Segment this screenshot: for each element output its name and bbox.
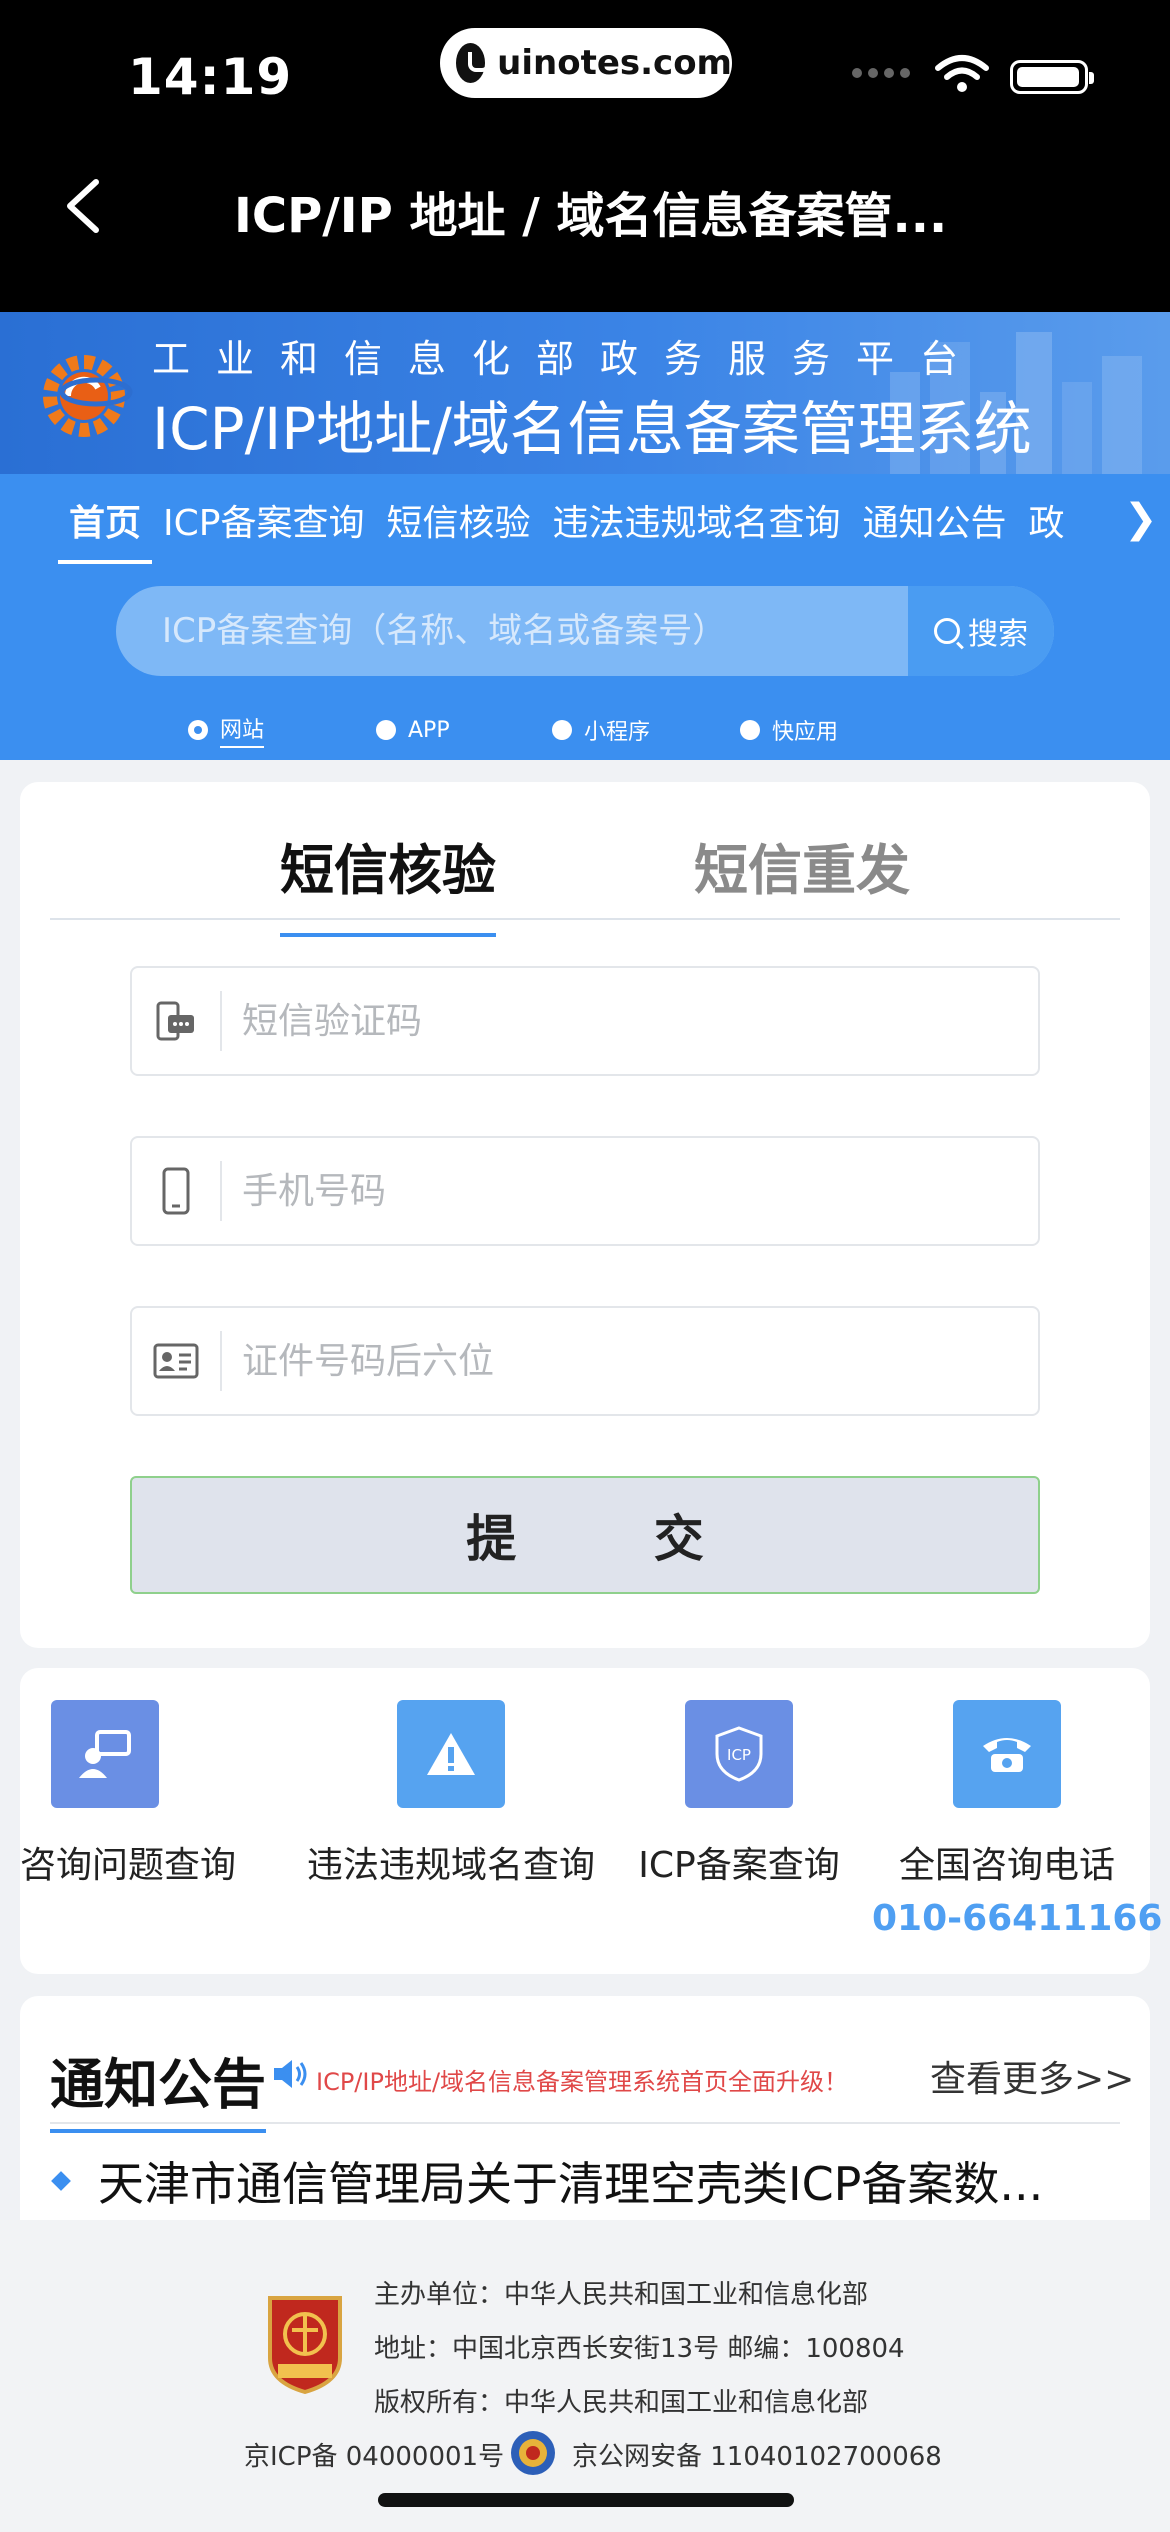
tab-sms-verify[interactable]: 短信核验 <box>280 826 496 937</box>
radio-dot <box>552 720 572 740</box>
search-button[interactable]: 搜索 <box>908 586 1054 676</box>
menu-item-home[interactable]: 首页 <box>58 494 153 564</box>
radio-website[interactable]: 网站 <box>188 712 376 748</box>
page-title: ICP/IP 地址 / 域名信息备案管... <box>234 188 948 244</box>
submit-button[interactable]: 提 交 <box>130 1476 1040 1594</box>
phone-field <box>130 1136 1040 1246</box>
quick-link-label: 咨询问题查询 <box>20 1845 237 1886</box>
footer-address: 地址：中国北京西长安街13号 邮编：100804 <box>374 2334 905 2364</box>
banner-subtitle: 工业和信息化部政务服务平台 <box>152 337 985 381</box>
wifi-icon <box>935 55 989 92</box>
ministry-gear-logo-icon <box>43 355 133 437</box>
svg-text:ICP: ICP <box>727 1746 751 1764</box>
sms-code-input[interactable] <box>222 968 1038 1074</box>
nav-and-search: 首页 ICP备案查询 短信核验 违法违规域名查询 通知公告 政 ❯ 搜索 网站 … <box>0 474 1170 760</box>
radio-app[interactable]: APP <box>376 712 552 748</box>
search-icon <box>934 618 960 644</box>
id-number-input[interactable] <box>222 1308 1038 1414</box>
footer-police-link[interactable]: 京公网安备 11040102700068 <box>572 2436 942 2473</box>
search-box: 搜索 <box>116 586 1054 676</box>
quick-links-card: 咨询问题查询 违法违规域名查询 ICP ICP备案查询 全国咨询电话 010-6… <box>20 1668 1162 1974</box>
quick-link-hotline[interactable]: 全国咨询电话 010-66411166 <box>872 1700 1162 1939</box>
signal-icon <box>852 68 910 78</box>
sms-verify-card: 短信核验 短信重发 短信验证码 手机号码 证件号码后六位 提 交 <box>20 782 1150 1648</box>
menu-item-truncated[interactable]: 政 <box>1018 494 1076 564</box>
battery-icon <box>1010 60 1094 94</box>
phone-icon <box>132 1161 222 1221</box>
notices-title: 通知公告 <box>50 2040 266 2133</box>
radio-quick-app[interactable]: 快应用 <box>740 712 838 748</box>
main-menu: 首页 ICP备案查询 短信核验 违法违规域名查询 通知公告 政 <box>58 494 1076 564</box>
banner-title: ICP/IP地址/域名信息备案管理系统 <box>152 395 1032 463</box>
phone-input[interactable] <box>222 1138 1038 1244</box>
quick-link-illegal-domain[interactable]: 违法违规域名查询 <box>306 1700 596 1888</box>
footer: 主办单位：中华人民共和国工业和信息化部 地址：中国北京西长安街13号 邮编：10… <box>0 2220 1170 2532</box>
notice-marquee[interactable]: ICP/IP地址/域名信息备案管理系统首页全面升级！ <box>316 2062 848 2097</box>
icp-shield-icon: ICP <box>685 1700 793 1808</box>
tab-sms-resend[interactable]: 短信重发 <box>694 826 910 905</box>
view-more-link[interactable]: 查看更多>> <box>930 2050 1134 2102</box>
footer-copyright: 版权所有：中华人民共和国工业和信息化部 <box>374 2388 869 2418</box>
footer-icp-link[interactable]: 京ICP备 04000001号 <box>244 2436 504 2473</box>
sms-icon <box>132 991 222 1051</box>
party-government-emblem-icon <box>268 2296 342 2394</box>
notices-card: 通知公告 ICP/IP地址/域名信息备案管理系统首页全面升级！ 查看更多>> 天… <box>20 1996 1150 2220</box>
radio-dot <box>740 720 760 740</box>
quick-link-label: ICP备案查询 <box>638 1845 840 1886</box>
search-type-radios: 网站 APP 小程序 快应用 <box>188 712 838 748</box>
quick-link-label: 全国咨询电话 <box>898 1845 1115 1886</box>
footer-sponsor: 主办单位：中华人民共和国工业和信息化部 <box>374 2280 869 2310</box>
notice-item[interactable]: 天津市通信管理局关于清理空壳类ICP备案数... <box>98 2148 1043 2214</box>
notices-divider <box>50 2122 1120 2124</box>
form-tabs: 短信核验 短信重发 <box>50 782 1120 937</box>
quick-link-icp-query[interactable]: ICP ICP备案查询 <box>634 1700 844 1888</box>
quick-link-consult[interactable]: 咨询问题查询 <box>20 1700 237 1888</box>
home-indicator[interactable] <box>378 2493 794 2507</box>
radio-label: 小程序 <box>584 720 651 745</box>
consult-icon <box>51 1700 159 1808</box>
status-time: 14:19 <box>128 48 293 106</box>
menu-scroll-right-icon[interactable]: ❯ <box>1124 496 1158 542</box>
menu-item-sms-verify[interactable]: 短信核验 <box>375 494 541 564</box>
url-text: uinotes.com <box>497 43 732 83</box>
bullet-icon <box>51 2171 71 2191</box>
id-number-field <box>130 1306 1040 1416</box>
radio-label: 快应用 <box>772 720 839 745</box>
telephone-icon <box>953 1700 1061 1808</box>
back-chevron-icon[interactable] <box>60 176 108 236</box>
menu-item-notices[interactable]: 通知公告 <box>852 494 1018 564</box>
sms-code-field <box>130 966 1040 1076</box>
warning-icon <box>397 1700 505 1808</box>
speaker-icon <box>274 2060 307 2088</box>
search-input[interactable] <box>116 586 908 676</box>
menu-item-icp-query[interactable]: ICP备案查询 <box>152 494 375 564</box>
radio-dot <box>376 720 396 740</box>
radio-label: APP <box>408 717 450 743</box>
status-and-nav-bar: 14:19 uinotes.com ICP/IP 地址 / 域名信息备案管... <box>0 0 1170 312</box>
id-card-icon <box>132 1331 222 1391</box>
site-banner: 工业和信息化部政务服务平台 ICP/IP地址/域名信息备案管理系统 <box>0 312 1170 474</box>
radio-dot <box>188 720 208 740</box>
radio-mini-program[interactable]: 小程序 <box>552 712 740 748</box>
site-logo-icon <box>456 43 491 83</box>
menu-item-illegal-domain[interactable]: 违法违规域名查询 <box>542 494 852 564</box>
quick-link-label: 违法违规域名查询 <box>306 1845 595 1886</box>
url-pill[interactable]: uinotes.com <box>440 28 732 98</box>
search-button-label: 搜索 <box>968 617 1028 652</box>
police-badge-icon <box>511 2431 555 2475</box>
hotline-number[interactable]: 010-66411166 <box>872 1898 1162 1939</box>
radio-label: 网站 <box>220 712 265 748</box>
